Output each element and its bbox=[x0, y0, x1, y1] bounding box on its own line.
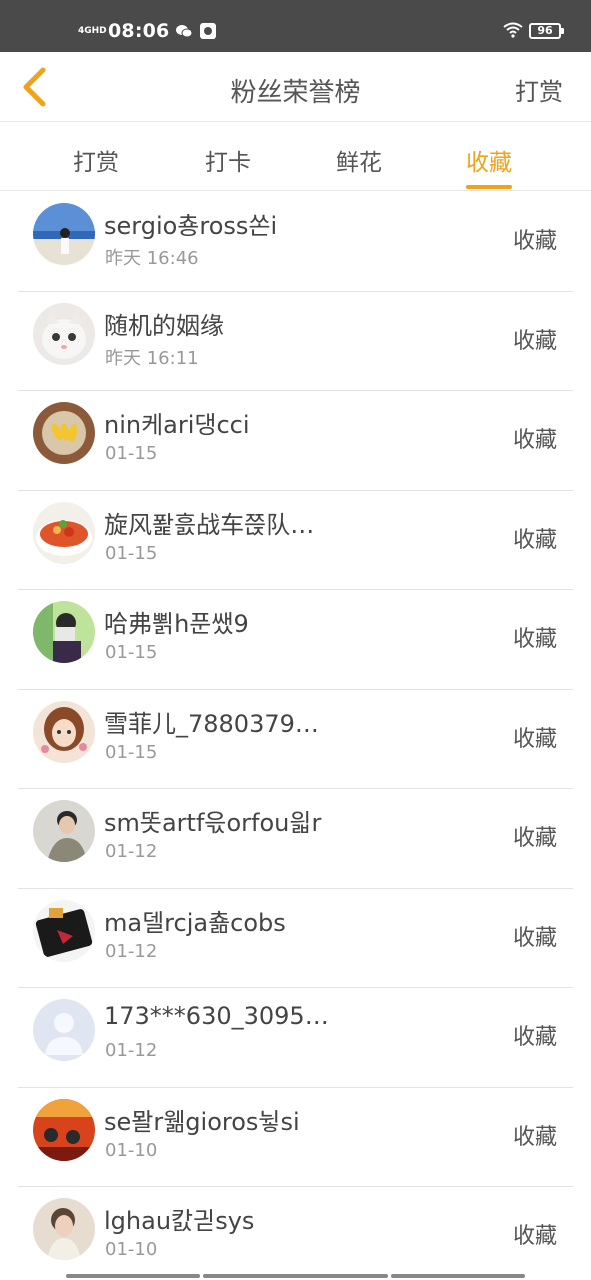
fan-time: 01-15 bbox=[105, 642, 158, 663]
fan-list: sergio춍ross쏜i 昨天 16:46 收藏 随机的姻缘 昨天 16:11… bbox=[0, 192, 591, 1280]
avatar bbox=[33, 899, 95, 962]
fan-action: 收藏 bbox=[512, 428, 557, 453]
fan-name: sergio춍ross쏜i bbox=[104, 212, 278, 240]
battery-icon: 96 bbox=[529, 23, 564, 39]
gesture-bar[interactable] bbox=[203, 1274, 388, 1278]
avatar bbox=[33, 999, 95, 1061]
reward-button[interactable]: 打赏 bbox=[515, 72, 563, 107]
fan-time: 01-10 bbox=[105, 1139, 158, 1161]
fan-action: 收藏 bbox=[512, 1224, 557, 1249]
tab-flowers[interactable]: 鲜花 bbox=[336, 143, 382, 177]
list-item[interactable]: lghau캀긛sys 01-10 收藏 bbox=[0, 1187, 591, 1280]
status-bar: 4GHD 08:06 96 bbox=[0, 0, 591, 52]
fan-time: 01-15 bbox=[105, 542, 158, 564]
wechat-icon bbox=[175, 22, 193, 40]
tab-checkin[interactable]: 打卡 bbox=[205, 143, 251, 177]
avatar bbox=[33, 302, 95, 365]
fan-name: lghau캀긛sys bbox=[104, 1207, 255, 1235]
list-item[interactable]: 哈弗뾝h푼쌨9 01-15 收藏 bbox=[0, 590, 591, 690]
list-item[interactable]: nin케ari댕cci 01-15 收藏 bbox=[0, 391, 591, 491]
network-indicator: 4GHD bbox=[78, 25, 107, 36]
list-item[interactable]: 雪菲儿_7880379… 01-15 收藏 bbox=[0, 690, 591, 789]
list-item[interactable]: 173***630_3095… 01-12 收藏 bbox=[0, 988, 591, 1088]
avatar bbox=[33, 1098, 95, 1161]
tab-favorites[interactable]: 收藏 bbox=[466, 143, 512, 189]
fan-action: 收藏 bbox=[512, 527, 557, 553]
fan-time: 01-10 bbox=[105, 1239, 158, 1260]
gesture-bar[interactable] bbox=[66, 1274, 200, 1278]
fan-name: ma델rcja춂cobs bbox=[104, 908, 286, 937]
fan-name: 173***630_3095… bbox=[104, 1002, 329, 1030]
fan-time: 01-15 bbox=[105, 741, 158, 763]
list-item[interactable]: 随机的姻缘 昨天 16:11 收藏 bbox=[0, 292, 591, 391]
fan-name: sm똣artf윿orfou읣r bbox=[104, 809, 322, 837]
list-item[interactable]: ma델rcja춂cobs 01-12 收藏 bbox=[0, 889, 591, 988]
wifi-icon bbox=[503, 22, 523, 40]
fan-action: 收藏 bbox=[512, 925, 557, 951]
avatar bbox=[33, 203, 95, 265]
gesture-bar[interactable] bbox=[391, 1274, 525, 1278]
qq-icon bbox=[199, 22, 217, 40]
list-item[interactable]: sergio춍ross쏜i 昨天 16:46 收藏 bbox=[0, 192, 591, 292]
fan-action: 收藏 bbox=[512, 328, 557, 354]
tab-bar: 打赏 打卡 鲜花 收藏 bbox=[0, 123, 591, 191]
fan-name: 哈弗뾝h푼쌨9 bbox=[104, 610, 249, 638]
nav-bar: 粉丝荣誉榜 打赏 bbox=[0, 52, 591, 122]
list-item[interactable]: sm똣artf윿orfou읣r 01-12 收藏 bbox=[0, 789, 591, 889]
list-item[interactable]: se뫌r웲gioros뉳si 01-10 收藏 bbox=[0, 1088, 591, 1187]
fan-time: 01-15 bbox=[105, 443, 158, 464]
fan-time: 01-12 bbox=[105, 841, 158, 862]
avatar bbox=[33, 1198, 95, 1260]
active-tab-indicator bbox=[466, 185, 512, 189]
fan-action: 收藏 bbox=[512, 1124, 557, 1150]
page-title: 粉丝荣誉榜 bbox=[230, 78, 361, 108]
status-time: 08:06 bbox=[108, 20, 170, 42]
fan-time: 01-12 bbox=[105, 1040, 158, 1061]
avatar bbox=[33, 501, 95, 564]
fan-action: 收藏 bbox=[512, 726, 557, 752]
fan-name: 雪菲儿_7880379… bbox=[104, 709, 319, 738]
fan-action: 收藏 bbox=[512, 1025, 557, 1050]
fan-time: 01-12 bbox=[105, 940, 158, 962]
fan-name: nin케ari댕cci bbox=[104, 411, 250, 439]
avatar bbox=[33, 402, 95, 464]
fan-action: 收藏 bbox=[512, 229, 557, 254]
tab-reward[interactable]: 打赏 bbox=[73, 143, 119, 177]
fan-action: 收藏 bbox=[512, 826, 557, 851]
fan-action: 收藏 bbox=[512, 627, 557, 652]
avatar bbox=[33, 800, 95, 862]
fan-name: 随机的姻缘 bbox=[104, 311, 224, 340]
fan-time: 昨天 16:11 bbox=[105, 347, 199, 369]
fan-name: se뫌r웲gioros뉳si bbox=[104, 1107, 300, 1136]
avatar bbox=[33, 700, 95, 763]
avatar bbox=[33, 601, 95, 663]
list-item[interactable]: 旋风퐕흜战车쯙队… 01-15 收藏 bbox=[0, 491, 591, 590]
fan-name: 旋风퐕흜战车쯙队… bbox=[104, 510, 315, 539]
fan-time: 昨天 16:46 bbox=[105, 248, 199, 269]
